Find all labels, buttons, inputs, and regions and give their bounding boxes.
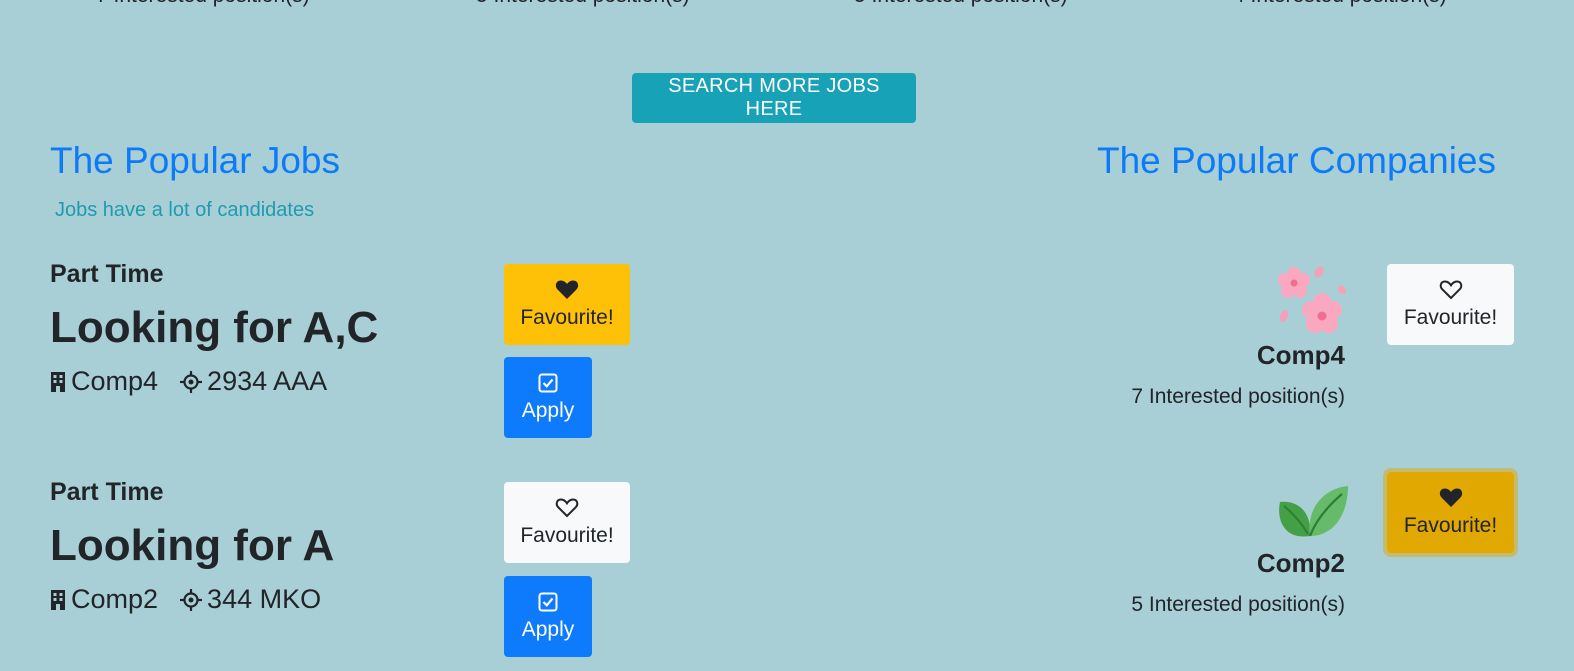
job-type-2: Part Time [50, 478, 164, 506]
building-icon [51, 589, 65, 610]
top-count-4: 4 Interested position(s) [1233, 0, 1447, 8]
apply-button-1[interactable]: Apply [504, 357, 592, 438]
job-company-2[interactable]: Comp2 [71, 584, 158, 615]
apply-label: Apply [521, 617, 575, 641]
job-type-1: Part Time [50, 260, 164, 288]
location-target-icon [180, 588, 203, 611]
heart-outline-icon [555, 498, 579, 518]
apply-button-2[interactable]: Apply [504, 576, 592, 657]
popular-companies-title: The Popular Companies [1097, 140, 1496, 181]
leaf-icon[interactable] [1276, 484, 1350, 542]
company-positions-2: 5 Interested position(s) [1131, 593, 1345, 616]
top-count-1: 7 Interested position(s) [96, 0, 310, 8]
heart-filled-icon [1439, 488, 1462, 507]
favourite-label: Favourite! [520, 306, 614, 329]
top-count-3: 5 Interested position(s) [854, 0, 1068, 8]
check-square-icon [538, 373, 558, 392]
favourite-label: Favourite! [520, 524, 614, 547]
company-name-1[interactable]: Comp4 [1257, 340, 1345, 371]
favourite-company-button-2[interactable]: Favourite! [1387, 472, 1514, 553]
company-name-2[interactable]: Comp2 [1257, 548, 1345, 579]
company-positions-1: 7 Interested position(s) [1131, 385, 1345, 408]
job-title-1[interactable]: Looking for A,C [50, 303, 378, 353]
job-location-2: 344 MKO [207, 584, 322, 614]
search-more-jobs-button[interactable]: SEARCH MORE JOBS HERE [632, 73, 916, 123]
popular-jobs-title: The Popular Jobs [50, 140, 341, 181]
favourite-job-button-1[interactable]: Favourite! [504, 264, 630, 345]
apply-label: Apply [521, 398, 575, 422]
job-location-1: 2934 AAA [207, 366, 328, 396]
heart-outline-icon [1439, 280, 1462, 300]
favourite-label: Favourite! [1403, 514, 1498, 537]
cherry-blossom-icon[interactable] [1276, 266, 1350, 340]
favourite-label: Favourite! [1403, 306, 1498, 329]
job-meta-1: Comp4 2934 AAA [50, 366, 327, 397]
top-company-row: 7 Interested position(s) 5 Interested po… [0, 0, 1574, 14]
job-company-1[interactable]: Comp4 [71, 366, 158, 397]
heart-filled-icon [555, 280, 579, 299]
check-square-icon [538, 592, 558, 611]
top-count-2: 5 Interested position(s) [476, 0, 690, 8]
favourite-company-button-1[interactable]: Favourite! [1387, 264, 1514, 345]
location-target-icon [180, 370, 203, 393]
favourite-job-button-2[interactable]: Favourite! [504, 482, 630, 563]
job-title-2[interactable]: Looking for A [50, 521, 334, 571]
building-icon [51, 371, 65, 392]
popular-jobs-subtitle: Jobs have a lot of candidates [55, 199, 315, 221]
job-meta-2: Comp2 344 MKO [50, 584, 321, 615]
